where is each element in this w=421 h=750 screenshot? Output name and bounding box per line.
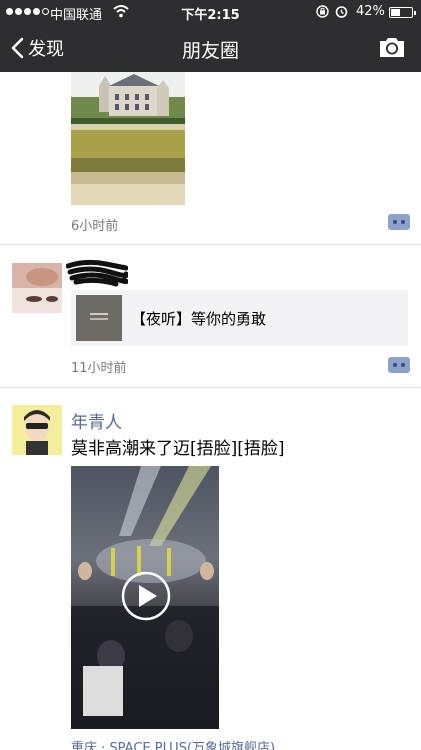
post-timestamp: 11小时前 — [71, 361, 127, 376]
rotation-lock-icon — [316, 5, 329, 18]
post-image-castle[interactable] — [71, 72, 185, 205]
page-title: 朋友圈 — [181, 40, 239, 62]
post-video[interactable] — [71, 466, 219, 729]
shared-article-title: 【夜听】等你的勇敢 — [131, 309, 267, 328]
battery-icon — [389, 7, 416, 18]
avatar[interactable] — [12, 405, 62, 455]
comment-more-button[interactable] — [388, 214, 410, 230]
battery-percentage: 42% — [356, 4, 385, 19]
post-divider — [0, 387, 421, 388]
post-location[interactable]: 重庆 · SPACE PLUS(万象城旗舰店) — [71, 737, 275, 750]
shared-article-card[interactable]: 【夜听】等你的勇敢 — [71, 290, 408, 346]
alarm-icon — [335, 6, 348, 18]
post-divider — [0, 244, 421, 245]
navigation-bar: 发现 朋友圈 — [0, 24, 421, 72]
avatar[interactable] — [12, 263, 62, 313]
post-text: 莫非高潮来了迈[捂脸][捂脸] — [71, 439, 285, 459]
camera-icon[interactable] — [378, 35, 406, 59]
comment-more-button[interactable] — [388, 357, 410, 373]
shared-article-thumbnail — [76, 295, 122, 341]
post-author-name[interactable]: 年青人 — [71, 408, 122, 433]
post-timestamp: 6小时前 — [71, 219, 119, 234]
redacted-name-scribble — [66, 259, 128, 287]
status-bar: 中国联通 下午2:15 42% — [0, 0, 421, 24]
